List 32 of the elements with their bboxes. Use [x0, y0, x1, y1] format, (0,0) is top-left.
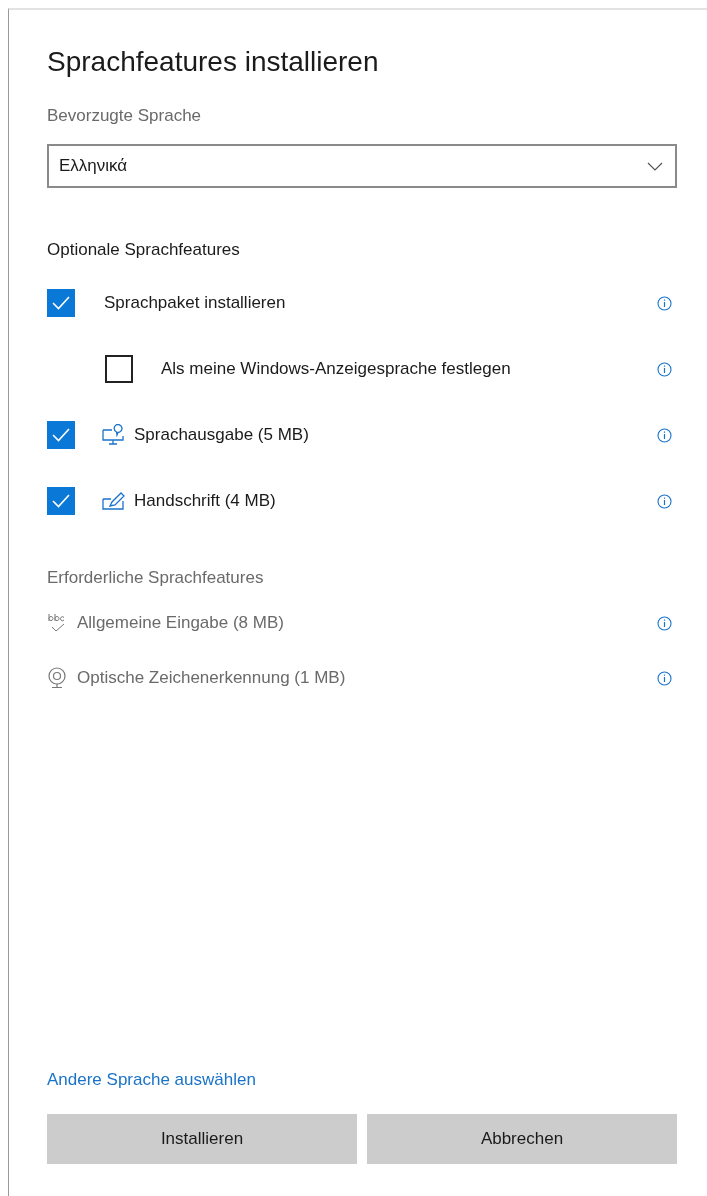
chevron-down-icon: [647, 161, 663, 171]
info-icon[interactable]: [657, 670, 672, 686]
webcam-icon: [47, 667, 67, 689]
info-icon[interactable]: [657, 493, 672, 509]
monitor-speech-icon: [102, 424, 126, 446]
section-heading: Optionale Sprachfeatures: [47, 240, 241, 260]
checkbox[interactable]: [105, 355, 133, 383]
checkbox[interactable]: [47, 421, 75, 449]
option-label: Handschrift (4 MB): [134, 491, 276, 511]
dialog-button[interactable]: Abbrechen: [367, 1114, 677, 1164]
pen-icon: [102, 492, 126, 510]
checkmark-icon: [51, 295, 71, 311]
checkbox[interactable]: [47, 289, 75, 317]
option-label: Sprachpaket installieren: [104, 293, 286, 313]
option-label: Sprachausgabe (5 MB): [134, 425, 309, 445]
dialog-title: Sprachfeatures installieren: [47, 46, 380, 78]
feature-label: Optische Zeichenerkennung (1 MB): [77, 668, 346, 688]
option-label: Als meine Windows-Anzeigesprache festlegen: [161, 359, 511, 379]
checkmark-icon: [51, 493, 71, 509]
info-icon[interactable]: [657, 427, 672, 443]
checkbox[interactable]: [47, 487, 75, 515]
feature-label: Allgemeine Eingabe (8 MB): [77, 613, 284, 633]
checkmark-icon: [51, 427, 71, 443]
info-icon[interactable]: [657, 361, 672, 377]
dialog-button[interactable]: Installieren: [47, 1114, 357, 1164]
language-dropdown[interactable]: Ελληνικά: [47, 144, 677, 188]
field-label: Bevorzugte Sprache: [47, 106, 203, 126]
info-icon[interactable]: [657, 295, 672, 311]
section-heading: Erforderliche Sprachfeatures: [47, 568, 265, 588]
choose-language-link[interactable]: Andere Sprache auswählen: [47, 1070, 256, 1090]
info-icon[interactable]: [657, 615, 672, 631]
spellcheck-icon: [47, 612, 67, 634]
